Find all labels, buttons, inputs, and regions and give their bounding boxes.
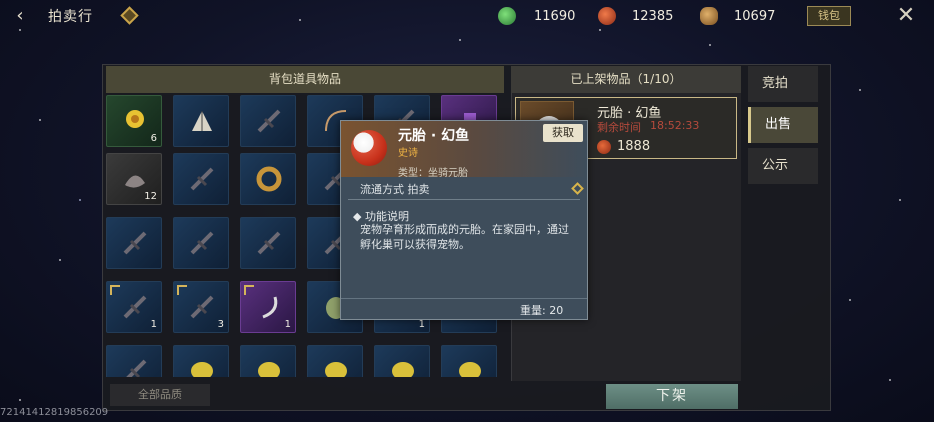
listed-header: 已上架物品（1/10）: [511, 66, 741, 93]
bag-slot[interactable]: [106, 345, 162, 377]
red-coin-icon: [598, 7, 616, 25]
tooltip-type: 类型：坐骑元胎: [398, 168, 468, 179]
bound-badge-icon: [177, 285, 187, 295]
dark-rod-icon: [121, 293, 149, 321]
bag-header: 背包道具物品: [106, 66, 504, 93]
bag-slot[interactable]: [173, 95, 229, 147]
golden-seed-icon: [255, 357, 283, 377]
golden-seed-icon: [456, 357, 484, 377]
dark-crossbow-icon: [188, 293, 216, 321]
back-arrow-icon[interactable]: ‹: [8, 5, 32, 27]
golden-seed-icon: [322, 357, 350, 377]
diamond-help-icon[interactable]: [120, 6, 139, 25]
listed-item-price: 1888: [617, 139, 651, 154]
slot-count: 6: [150, 133, 157, 144]
wallet-button[interactable]: 钱包: [807, 6, 851, 26]
player-uid: 72141412819856209: [0, 407, 109, 418]
bag-slot[interactable]: 1: [106, 281, 162, 333]
bag-slot[interactable]: [240, 345, 296, 377]
currency-red-amount: 12385: [632, 8, 674, 24]
currency-red: 12385: [598, 4, 673, 28]
dark-rod-icon: [121, 357, 149, 377]
currency-green: 11690: [498, 4, 575, 28]
sickle-icon: [255, 293, 283, 321]
lantern-staff-icon: [121, 229, 149, 257]
get-source-button[interactable]: 获取: [543, 124, 583, 142]
bag-slot[interactable]: 12: [106, 153, 162, 205]
crossbow-icon: [188, 229, 216, 257]
bag-slot[interactable]: [173, 345, 229, 377]
currency-bronze: 10697: [700, 4, 775, 28]
close-x-icon[interactable]: ✕: [893, 3, 919, 29]
tooltip-divider: [348, 199, 580, 200]
spear-icon: [255, 107, 283, 135]
bag-slot[interactable]: 1: [240, 281, 296, 333]
bag-slot[interactable]: [173, 153, 229, 205]
slot-count: 1: [150, 319, 157, 330]
delist-button[interactable]: 下架: [606, 384, 738, 409]
listed-time-value: 18:52:33: [650, 119, 700, 132]
red-coin-icon: [597, 140, 611, 154]
golden-seed-icon: [389, 357, 417, 377]
bag-slot[interactable]: 3: [173, 281, 229, 333]
quality-filter-button[interactable]: 全部品质: [110, 384, 210, 406]
fish-embryo-icon: [351, 130, 387, 166]
bound-badge-icon: [110, 285, 120, 295]
bag-slot[interactable]: [106, 217, 162, 269]
tab-sell[interactable]: 出售: [748, 107, 818, 143]
tab-auction[interactable]: 竞拍: [748, 66, 818, 102]
bag-slot[interactable]: [240, 95, 296, 147]
bag-slot[interactable]: 6: [106, 95, 162, 147]
bag-slot[interactable]: [240, 217, 296, 269]
bound-badge-icon: [244, 285, 254, 295]
staff-icon: [188, 165, 216, 193]
bronze-ring-icon: [255, 165, 283, 193]
golden-seed-icon: [188, 357, 216, 377]
slot-count: 1: [284, 319, 291, 330]
folding-fan-icon: [188, 107, 216, 135]
slot-count: 1: [418, 319, 425, 330]
tooltip-trade-method: 流通方式 拍卖: [360, 183, 430, 196]
bag-slot[interactable]: [173, 217, 229, 269]
top-bar: ‹ 拍卖行 11690 12385 10697 钱包 ✕: [0, 0, 934, 32]
currency-green-amount: 11690: [534, 8, 576, 24]
grey-fur-icon: [121, 165, 149, 193]
green-coin-icon: [498, 7, 516, 25]
bag-slot[interactable]: [240, 153, 296, 205]
yellow-flower-icon: [121, 107, 149, 135]
currency-bronze-amount: 10697: [734, 8, 776, 24]
page-title: 拍卖行: [48, 9, 93, 25]
bag-slot[interactable]: [307, 345, 363, 377]
tooltip-item-name: 元胎 · 幻鱼: [398, 128, 470, 144]
tooltip-description: 宠物孕育形成而成的元胎。在家园中，通过孵化巢可以获得宠物。: [360, 223, 569, 251]
bag-slot[interactable]: [374, 345, 430, 377]
slot-count: 12: [144, 191, 157, 202]
crossbow-icon: [255, 229, 283, 257]
slot-count: 3: [217, 319, 224, 330]
tooltip-weight: 重量: 20: [520, 304, 564, 317]
tooltip-rarity: 史诗: [398, 148, 418, 159]
bronze-coin-icon: [700, 7, 718, 25]
bag-slot[interactable]: [441, 345, 497, 377]
listed-time-label: 剩余时间: [597, 121, 641, 134]
tab-publicity[interactable]: 公示: [748, 148, 818, 184]
